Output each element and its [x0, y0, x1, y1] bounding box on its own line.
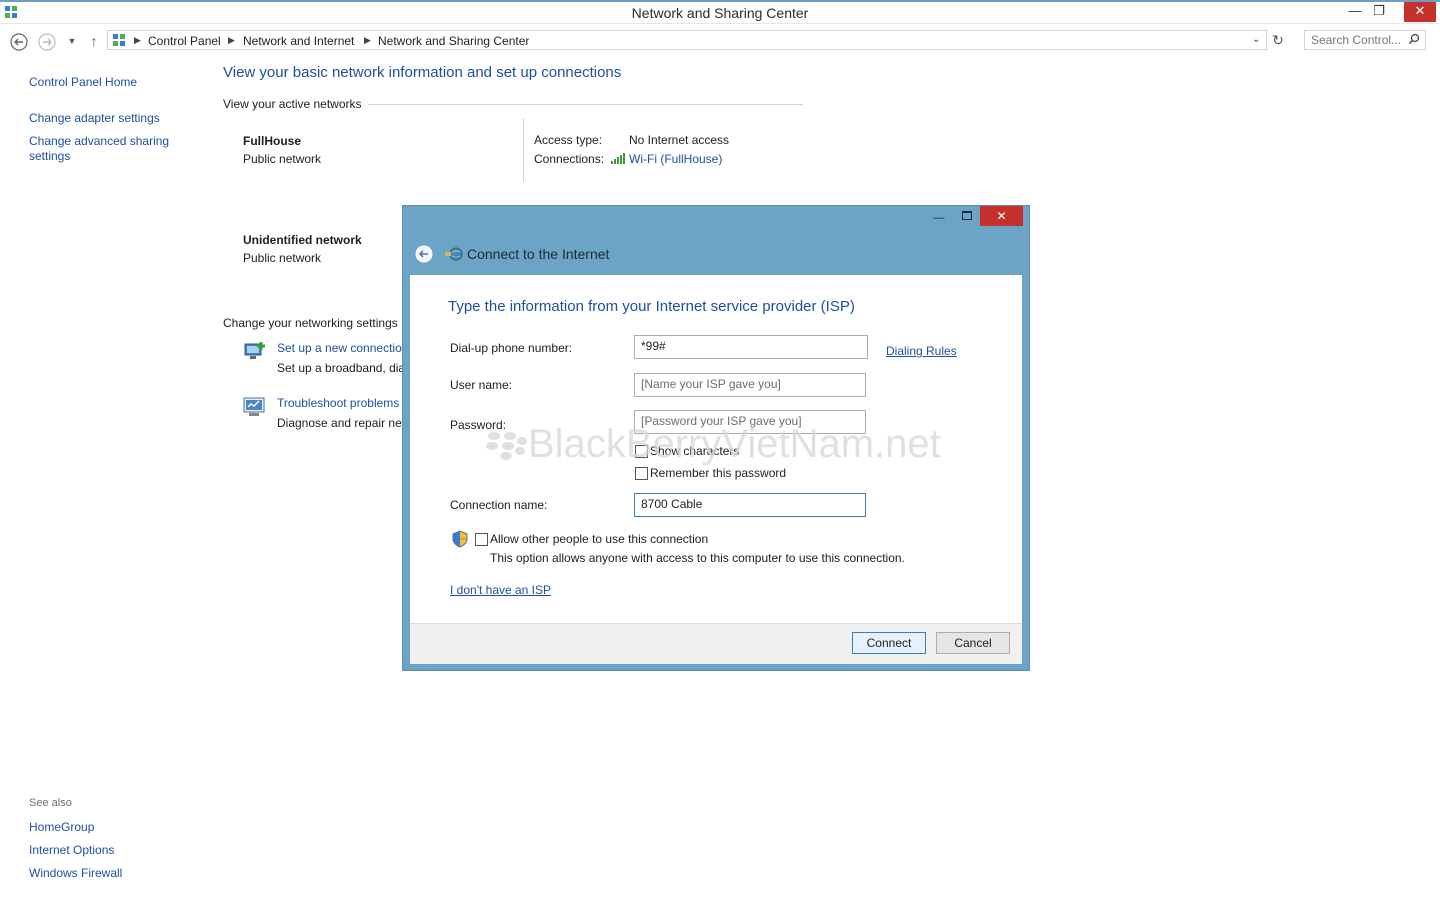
dialog-back-icon[interactable] [415, 245, 435, 268]
network-type: Public network [243, 251, 322, 265]
setup-description: Set up a broadband, dia [277, 361, 406, 375]
active-networks-label: View your active networks [223, 97, 362, 111]
title-bar: Network and Sharing Center — ❐ ✕ [0, 0, 1440, 24]
search-placeholder: Search Control... [1311, 33, 1402, 47]
network-divider [523, 118, 524, 182]
windows-firewall-link[interactable]: Windows Firewall [29, 866, 122, 880]
cancel-button[interactable]: Cancel [936, 632, 1010, 654]
window-title: Network and Sharing Center [631, 5, 809, 21]
allow-others-description: This option allows anyone with access to… [490, 551, 905, 565]
location-icon [112, 33, 126, 50]
address-dropdown-icon[interactable]: ⌄ [1252, 34, 1260, 45]
up-icon[interactable]: ↑ [84, 32, 104, 52]
search-icon [1408, 33, 1420, 48]
connection-name-input[interactable]: 8700 Cable [634, 493, 866, 517]
user-name-placeholder: [Name your ISP gave you] [641, 377, 781, 391]
dialog-title: Connect to the Internet [467, 246, 610, 262]
connections-label: Connections: [534, 152, 605, 166]
section-divider [368, 104, 803, 105]
access-type-label: Access type: [534, 133, 603, 147]
troubleshoot-problems-link[interactable]: Troubleshoot problems [277, 396, 399, 410]
no-isp-link[interactable]: I don't have an ISP [450, 583, 551, 597]
breadcrumb-network-internet[interactable]: Network and Internet [243, 34, 354, 48]
remember-password-checkbox[interactable] [635, 467, 648, 480]
dialog-heading: Type the information from your Internet … [448, 298, 855, 315]
chevron-right-icon[interactable]: ▶ [364, 35, 371, 46]
connection-name-label: Connection name: [450, 498, 548, 512]
search-input[interactable]: Search Control... [1304, 30, 1426, 50]
remember-password-label[interactable]: Remember this password [650, 466, 786, 480]
refresh-icon[interactable]: ↻ [1268, 32, 1288, 52]
chevron-right-icon[interactable]: ▶ [228, 35, 235, 46]
connection-globe-icon [445, 247, 463, 264]
troubleshoot-description: Diagnose and repair net [277, 416, 406, 430]
see-also-label: See also [29, 797, 72, 809]
chevron-right-icon[interactable]: ▶ [134, 35, 141, 46]
user-name-input[interactable]: [Name your ISP gave you] [634, 373, 866, 397]
user-name-label: User name: [450, 378, 513, 392]
network-name: Unidentified network [243, 233, 362, 247]
change-advanced-sharing-link-line1[interactable]: Change advanced sharing [29, 134, 169, 148]
uac-shield-icon [452, 530, 468, 551]
wifi-signal-icon [611, 152, 626, 167]
control-panel-home-link[interactable]: Control Panel Home [29, 75, 137, 89]
restore-button[interactable]: ❐ [1364, 2, 1394, 22]
troubleshoot-icon [243, 396, 267, 421]
homegroup-link[interactable]: HomeGroup [29, 820, 94, 834]
watermark-text: BlackBerryVietNam.net [528, 422, 941, 466]
change-advanced-sharing-link-line2[interactable]: settings [29, 149, 70, 163]
allow-others-checkbox[interactable] [475, 533, 488, 546]
allow-others-label[interactable]: Allow other people to use this connectio… [490, 532, 708, 546]
address-field[interactable]: ▶ Control Panel ▶ Network and Internet ▶… [107, 30, 1267, 50]
phone-number-label: Dial-up phone number: [450, 341, 573, 355]
dialog-footer: Connect Cancel [410, 623, 1022, 664]
dialing-rules-link[interactable]: Dialing Rules [886, 344, 957, 358]
wifi-connection-link[interactable]: Wi-Fi (FullHouse) [629, 152, 722, 166]
access-type-value: No Internet access [629, 133, 730, 147]
breadcrumb-network-sharing-center[interactable]: Network and Sharing Center [378, 34, 529, 48]
back-icon[interactable] [9, 32, 29, 52]
page-title: View your basic network information and … [223, 64, 622, 81]
recent-dropdown-icon[interactable]: ▼ [62, 32, 82, 52]
setup-new-connection-link[interactable]: Set up a new connection [277, 341, 403, 355]
dialog-minimize-button[interactable]: — [929, 210, 949, 226]
new-connection-icon [243, 340, 267, 365]
forward-icon[interactable] [37, 32, 57, 52]
change-adapter-settings-link[interactable]: Change adapter settings [29, 111, 160, 125]
change-settings-label: Change your networking settings [223, 316, 398, 330]
close-button[interactable]: ✕ [1404, 2, 1436, 22]
network-name: FullHouse [243, 134, 302, 148]
dialog-maximize-button[interactable] [957, 209, 977, 225]
address-bar: ▼ ↑ ▶ Control Panel ▶ Network and Intern… [0, 28, 1440, 54]
watermark: BlackBerryVietNam.net [484, 422, 941, 467]
network-type: Public network [243, 152, 322, 166]
dialog-content: Type the information from your Internet … [410, 275, 1022, 664]
breadcrumb-control-panel[interactable]: Control Panel [148, 34, 221, 48]
internet-options-link[interactable]: Internet Options [29, 843, 114, 857]
connect-button[interactable]: Connect [852, 632, 926, 654]
phone-number-input[interactable]: *99# [634, 335, 868, 359]
blackberry-logo-icon [486, 432, 527, 461]
dialog-close-button[interactable]: ✕ [980, 206, 1023, 226]
